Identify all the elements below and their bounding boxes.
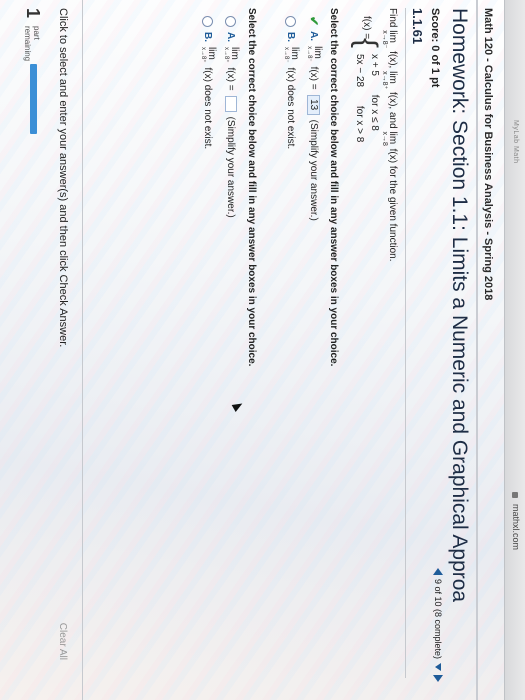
- clear-all-button[interactable]: Clear All: [57, 623, 68, 660]
- lim-text: lim: [206, 47, 217, 60]
- answer-box[interactable]: [225, 95, 237, 112]
- prompt-find: Find: [387, 8, 398, 28]
- lim-subscript: x→8⁻: [283, 47, 289, 63]
- choice-text: f(x) does not exist.: [285, 67, 297, 150]
- choice-limit: lim x→8⁺: [223, 47, 240, 63]
- limit-two-sided: lim x→8: [381, 131, 398, 146]
- part2-choice-b[interactable]: B. lim x→8⁺ f(x) does not exist.: [200, 16, 217, 150]
- parts-remaining-count: 1: [23, 8, 43, 19]
- piece-2-condition: for x > 8: [354, 105, 365, 143]
- piece-row-1: x + 5 for x ≤ 8: [369, 54, 380, 131]
- choice-letter: B.: [285, 32, 297, 42]
- instruction-part-2: Select the correct choice below and fill…: [246, 8, 257, 367]
- browser-toolbar: MyLab Math mathxl.com: [504, 0, 525, 700]
- instruction-part-1: Select the correct choice below and fill…: [328, 8, 339, 367]
- choice-letter: B.: [202, 32, 214, 42]
- lim-text: lim: [312, 46, 323, 59]
- lim-text: lim: [387, 30, 398, 44]
- question-number: 1.1.61: [410, 8, 425, 45]
- choice-limit: lim x→8⁻: [306, 46, 323, 62]
- screen: MyLab Math mathxl.com Math 120 - Calculu…: [0, 0, 525, 700]
- radio-button[interactable]: [202, 16, 214, 27]
- choice-letter: A.: [308, 31, 320, 42]
- question-divider: [405, 8, 406, 678]
- simplify-hint: (Simplify your answer.): [308, 119, 320, 221]
- choice-text: f(x) does not exist.: [202, 67, 214, 150]
- score-label: Score: 0 of 1 pt: [429, 8, 441, 88]
- previous-question-icon[interactable]: [433, 567, 443, 575]
- prompt-fx-end: f(x) for the given function.: [387, 148, 398, 262]
- function-lhs: f(x) =: [361, 16, 372, 40]
- lim-subscript: x→8⁻: [306, 46, 312, 62]
- question-pager: 9 of 10 (8 complete): [433, 567, 443, 682]
- part2-choice-a[interactable]: A. lim x→8⁺ f(x) = (Simplify your answer.…: [223, 16, 240, 218]
- part1-choice-a[interactable]: ✔ A. lim x→8⁻ f(x) = 13 (Simplify your an…: [306, 16, 323, 221]
- brace-icon: {: [350, 38, 383, 49]
- parts-remaining-label: part remaining: [23, 26, 41, 61]
- course-title: Math 120 - Calculus for Business Analysi…: [482, 8, 494, 301]
- lim-text: lim: [289, 47, 300, 60]
- choice-fx: f(x) =: [308, 66, 320, 90]
- limit-left: lim x→8⁻: [381, 30, 398, 48]
- choice-letter: A.: [225, 32, 237, 42]
- url-text: mathxl.com: [511, 503, 521, 550]
- progress-bar: [30, 64, 37, 134]
- problem-prompt: Find lim x→8⁻ f(x), lim x→8⁺ f(x), and lim…: [381, 8, 398, 261]
- checkmark-icon: ✔: [307, 16, 321, 27]
- radio-button[interactable]: [225, 16, 237, 27]
- piece-1-condition: for x ≤ 8: [369, 94, 380, 131]
- next-question-icon[interactable]: [433, 675, 443, 682]
- limit-right: lim x→8⁺: [381, 71, 398, 90]
- address-bar[interactable]: mathxl.com: [511, 492, 521, 550]
- piece-2-expression: 5x − 28: [354, 54, 365, 88]
- choice-limit: lim x→8⁺: [200, 47, 217, 63]
- answer-box[interactable]: 13: [307, 94, 321, 115]
- lim-subscript: x→8: [381, 131, 388, 146]
- bottom-divider: [82, 0, 83, 700]
- click-instruction: Click to select and enter your answer(s)…: [57, 8, 69, 348]
- question-list-dropdown-icon[interactable]: [435, 663, 441, 671]
- prompt-fx: f(x),: [387, 51, 398, 69]
- part1-choice-b[interactable]: B. lim x→8⁻ f(x) does not exist.: [283, 16, 300, 150]
- choice-fx: f(x) =: [225, 67, 237, 91]
- lim-subscript: x→8⁺: [200, 47, 206, 63]
- parts-line-1: part: [32, 26, 41, 40]
- site-menu-hint[interactable]: MyLab Math: [512, 120, 519, 164]
- lim-text: lim: [387, 71, 398, 84]
- prompt-fx-and: f(x), and: [387, 91, 398, 129]
- footer-bar: 1 part remaining: [0, 0, 45, 700]
- piece-row-2: 5x − 28 for x > 8: [354, 54, 365, 142]
- lim-subscript: x→8⁺: [381, 71, 388, 90]
- parts-line-2: remaining: [23, 26, 32, 62]
- lim-text: lim: [387, 131, 398, 145]
- radio-button[interactable]: [285, 16, 297, 27]
- choice-limit: lim x→8⁻: [283, 47, 300, 63]
- header-divider: [476, 0, 478, 700]
- pager-label: 9 of 10 (8 complete): [433, 578, 443, 659]
- mouse-cursor-icon: [231, 400, 245, 412]
- homework-title: Homework: Section 1.1: Limits a Numeric …: [448, 8, 471, 603]
- lim-text: lim: [229, 47, 240, 60]
- piece-1-expression: x + 5: [369, 54, 380, 76]
- lock-icon: [512, 492, 519, 499]
- simplify-hint: (Simplify your answer.): [225, 116, 237, 218]
- lim-subscript: x→8⁺: [223, 47, 229, 63]
